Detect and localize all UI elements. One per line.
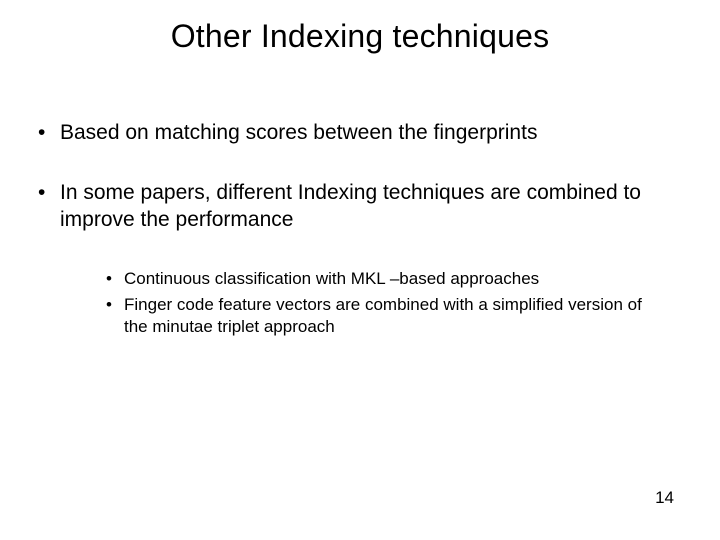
sub-bullet-text-2: Finger code feature vectors are combined… [124,295,642,336]
slide-body: Based on matching scores between the fin… [32,120,680,267]
sub-bullet-text-1: Continuous classification with MKL –base… [124,269,539,288]
slide: Other Indexing techniques Based on match… [0,0,720,540]
page-number: 14 [655,488,674,508]
sub-bullet-wrap: Continuous classification with MKL –base… [102,268,660,342]
bullet-text-2: In some papers, different Indexing techn… [60,181,641,230]
bullet-text-1: Based on matching scores between the fin… [60,121,537,144]
sub-bullet-list: Continuous classification with MKL –base… [102,268,660,338]
bullet-item-2: In some papers, different Indexing techn… [32,180,680,233]
sub-bullet-item-1: Continuous classification with MKL –base… [102,268,660,290]
sub-bullet-item-2: Finger code feature vectors are combined… [102,294,660,338]
bullet-item-1: Based on matching scores between the fin… [32,120,680,146]
slide-title: Other Indexing techniques [0,18,720,55]
bullet-list: Based on matching scores between the fin… [32,120,680,233]
